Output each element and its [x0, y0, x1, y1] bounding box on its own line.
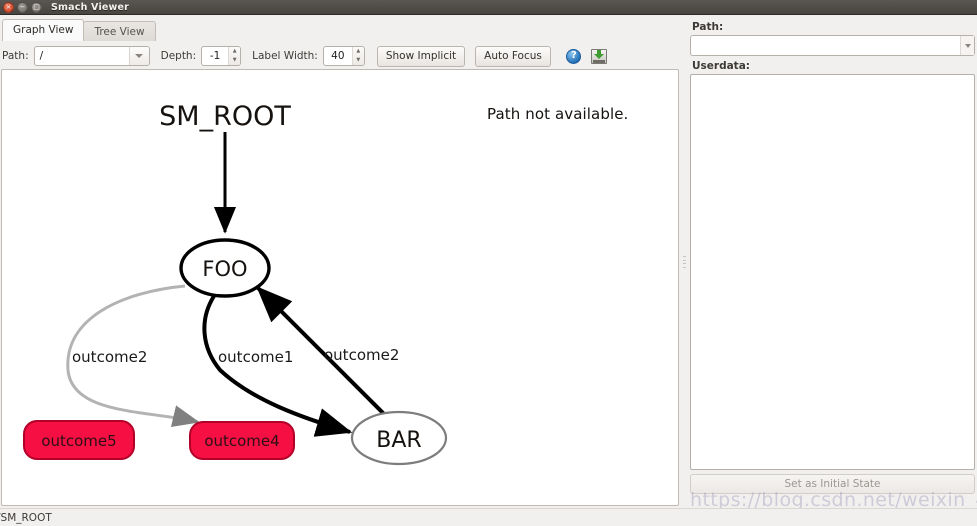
- graph-node-outcome5-label: outcome5: [41, 432, 116, 450]
- stepper-up-icon[interactable]: ▲: [229, 47, 240, 56]
- tab-bar: Graph View Tree View: [0, 16, 680, 41]
- auto-focus-button[interactable]: Auto Focus: [475, 45, 551, 67]
- show-implicit-button[interactable]: Show Implicit: [376, 45, 466, 67]
- label-width-stepper-buttons[interactable]: ▲ ▼: [351, 47, 364, 65]
- depth-stepper[interactable]: -1 ▲ ▼: [201, 46, 242, 66]
- userdata-textarea[interactable]: [690, 74, 975, 470]
- save-graph-button[interactable]: [589, 46, 609, 66]
- status-bar: /SM_ROOT: [0, 508, 977, 526]
- help-button[interactable]: ?: [564, 46, 584, 66]
- window-controls: × − □: [3, 1, 42, 13]
- splitter-grip-icon[interactable]: [682, 256, 686, 268]
- graph-canvas[interactable]: FOO BAR outcome5 outcome4 SM_ROOT outcom…: [1, 69, 679, 506]
- help-icon[interactable]: ?: [566, 48, 582, 64]
- edge-label-foo-bar: outcome1: [218, 348, 293, 366]
- set-initial-state-button[interactable]: Set as Initial State: [690, 474, 975, 494]
- label-width-value: 40: [331, 50, 345, 62]
- tab-graph-view[interactable]: Graph View: [2, 19, 85, 41]
- stepper-down-icon[interactable]: ▼: [353, 56, 364, 65]
- path-not-available-message: Path not available.: [487, 105, 629, 123]
- edge-label-foo-outcome4: outcome2: [72, 348, 147, 366]
- depth-stepper-buttons[interactable]: ▲ ▼: [228, 47, 241, 65]
- maximize-icon[interactable]: □: [31, 1, 42, 13]
- chevron-down-icon[interactable]: [960, 36, 974, 55]
- depth-label: Depth:: [160, 50, 197, 62]
- chevron-down-icon[interactable]: [128, 47, 149, 65]
- tab-graph-view-label: Graph View: [13, 24, 74, 36]
- edge-label-bar-foo: outcome2: [324, 346, 399, 364]
- window-title: Smach Viewer: [51, 1, 130, 13]
- set-initial-state-label: Set as Initial State: [784, 478, 881, 490]
- graph-node-outcome4-label: outcome4: [204, 432, 279, 450]
- details-path-combo[interactable]: [690, 35, 975, 56]
- close-icon[interactable]: ×: [3, 1, 14, 13]
- smach-viewer-window: × − □ Smach Viewer Graph View Tree View …: [0, 0, 977, 526]
- state-machine-graph: FOO BAR outcome5 outcome4 SM_ROOT outcom…: [23, 101, 448, 466]
- depth-value: -1: [209, 50, 221, 62]
- tab-tree-view[interactable]: Tree View: [83, 21, 156, 41]
- show-implicit-label: Show Implicit: [385, 50, 457, 62]
- graph-toolbar: Path: / Depth: -1 ▲ ▼ Label Width: 40 ▲ …: [0, 44, 680, 68]
- stepper-up-icon[interactable]: ▲: [353, 47, 364, 56]
- save-icon[interactable]: [590, 48, 607, 64]
- minimize-icon[interactable]: −: [17, 1, 28, 13]
- auto-focus-label: Auto Focus: [484, 50, 542, 62]
- graph-root-label: SM_ROOT: [159, 101, 291, 132]
- details-path-label: Path:: [692, 21, 724, 33]
- graph-node-bar-label: BAR: [376, 428, 421, 453]
- path-label: Path:: [2, 50, 29, 62]
- graph-node-foo-label: FOO: [202, 257, 247, 281]
- status-bar-text: /SM_ROOT: [0, 511, 52, 524]
- label-width-stepper[interactable]: 40 ▲ ▼: [322, 46, 365, 66]
- panel-splitter[interactable]: [680, 16, 688, 508]
- stepper-down-icon[interactable]: ▼: [229, 56, 240, 65]
- label-width-label: Label Width:: [252, 50, 318, 62]
- path-combo-value: /: [39, 50, 44, 62]
- path-combo[interactable]: /: [33, 46, 150, 66]
- details-panel: Path: Userdata: Set as Initial State: [688, 16, 977, 508]
- tab-tree-view-label: Tree View: [94, 25, 145, 38]
- details-userdata-label: Userdata:: [692, 60, 750, 72]
- window-titlebar: × − □ Smach Viewer: [0, 0, 977, 15]
